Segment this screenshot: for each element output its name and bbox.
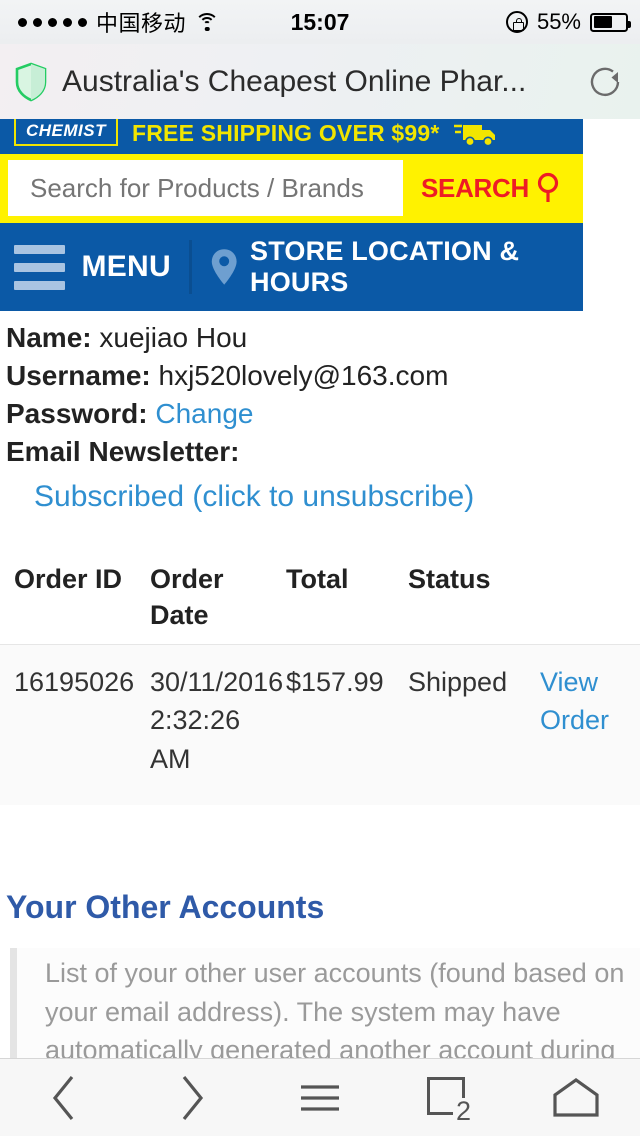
share-menu-button[interactable] [277,1068,363,1128]
search-input[interactable] [8,160,403,216]
forward-chevron-icon [182,1075,204,1120]
newsletter-label: Email Newsletter: [6,436,240,468]
cell-status: Shipped [408,666,508,697]
other-accounts-box: List of your other user accounts (found … [10,948,640,1058]
status-bar-right: 55% [505,9,631,35]
page-title[interactable]: Australia's Cheapest Online Phar... [62,65,586,99]
other-accounts-description: List of your other user accounts (found … [45,958,625,1058]
menu-lines-icon [301,1084,339,1111]
tabs-button[interactable]: 2 [405,1068,491,1128]
site-nav-bar: MENU STORE LOCATION & HOURS [0,223,583,311]
store-location-link[interactable]: STORE LOCATION & HOURS [250,236,583,298]
home-button[interactable] [533,1068,619,1128]
site-logo[interactable]: CHEMIST [14,119,118,146]
search-button[interactable]: SEARCH [403,160,575,216]
hamburger-menu-icon[interactable] [14,244,66,290]
location-pin-icon [211,249,237,285]
battery-percent-label: 55% [536,9,581,34]
account-username-value: hxj520lovely@163.com [158,360,449,392]
view-order-link[interactable]: View Order [540,663,636,741]
orders-table: Order ID Order Date Total Status 16195026… [0,562,640,806]
reload-icon[interactable] [586,62,626,102]
forward-button[interactable] [149,1068,235,1128]
delivery-truck-icon [453,124,495,146]
menu-button-label[interactable]: MENU [81,250,171,284]
browser-bottom-toolbar: 2 [0,1058,640,1136]
search-button-label: SEARCH [421,172,529,203]
free-shipping-banner: CHEMIST FREE SHIPPING OVER $99* [0,119,583,154]
other-accounts-section: Your Other Accounts List of your other u… [0,889,640,1058]
column-header-status: Status [408,564,491,595]
home-icon [553,1077,599,1117]
newsletter-subscribe-link[interactable]: Subscribed (click to unsubscribe) [6,480,640,514]
cell-total: $157.99 [286,666,384,697]
table-row[interactable]: 16195026 30/11/2016 2:32:26 AM $157.99 Sh… [0,643,640,806]
newsletter-row: Email Newsletter: [6,433,640,471]
ios-status-bar: 中国移动 15:07 55% [0,0,640,44]
account-password-row: Password: Change [6,395,640,433]
account-username-row: Username: hxj520lovely@163.com [6,357,640,395]
account-password-label: Password: [6,398,148,430]
battery-icon [590,12,631,32]
search-band: SEARCH [0,154,583,223]
other-accounts-heading: Your Other Accounts [6,889,325,926]
account-details: Name: xuejiao Hou Username: hxj520lovely… [0,311,640,514]
cell-order-date: 30/11/2016 2:32:26 AM [150,666,284,775]
column-header-order-id: Order ID [14,564,123,595]
orders-table-header: Order ID Order Date Total Status [0,562,640,643]
back-button[interactable] [21,1068,107,1128]
column-header-total: Total [286,564,349,595]
account-name-label: Name: [6,322,92,353]
rotation-lock-icon [505,11,528,33]
browser-address-bar[interactable]: Australia's Cheapest Online Phar... [0,44,640,119]
web-page-viewport[interactable]: CHEMIST FREE SHIPPING OVER $99* SEARCH [0,119,640,1058]
change-password-link[interactable]: Change [155,398,253,429]
account-name-value: xuejiao Hou [99,322,248,353]
shipping-banner-text: FREE SHIPPING OVER $99* [132,120,440,146]
tabs-count-label: 2 [452,1097,473,1125]
shield-icon [15,62,47,101]
cell-order-id: 16195026 [14,666,135,697]
nav-divider [188,240,192,294]
tabs-icon: 2 [421,1073,475,1125]
back-chevron-icon [52,1075,74,1120]
site-header: CHEMIST FREE SHIPPING OVER $99* SEARCH [0,119,583,311]
account-name-row: Name: xuejiao Hou [6,319,640,357]
phone-screen: 中国移动 15:07 55% Australia's Cheapest Onli… [0,0,640,1136]
column-header-order-date-text: Order Date [150,564,224,630]
account-username-label: Username: [6,360,151,392]
search-row: SEARCH [8,160,575,216]
magnifier-icon [537,172,559,202]
column-header-order-date: Order Date [150,562,286,633]
